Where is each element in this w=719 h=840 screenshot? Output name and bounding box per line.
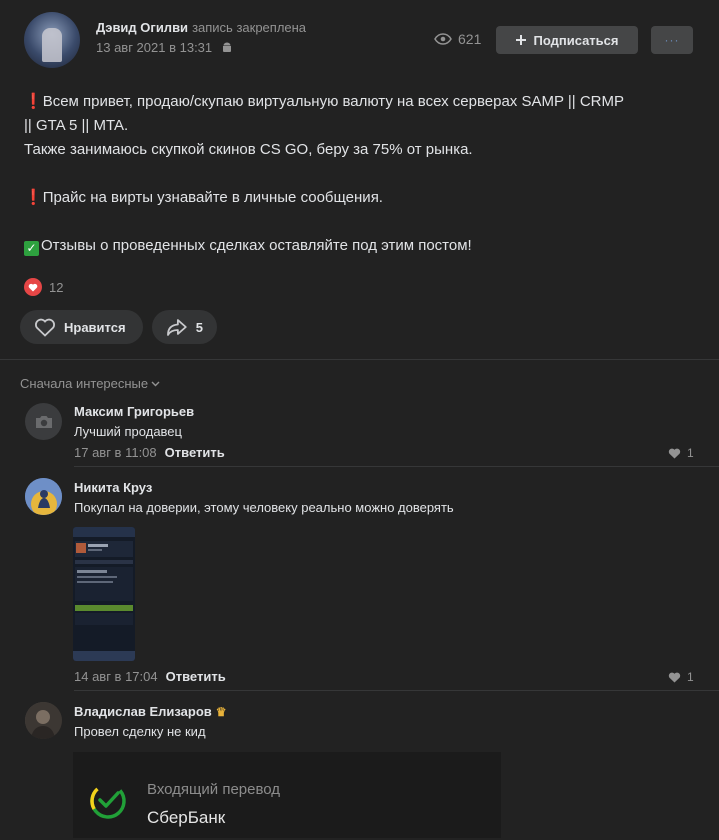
subscribe-button[interactable]: Подписаться bbox=[496, 26, 638, 54]
reactions-summary[interactable]: 12 bbox=[24, 278, 63, 296]
more-button[interactable]: ··· bbox=[651, 26, 693, 54]
comment-avatar-placeholder[interactable] bbox=[25, 403, 62, 440]
comment-meta: 17 авг в 11:08 Ответить bbox=[74, 445, 225, 460]
author-avatar[interactable] bbox=[24, 12, 80, 68]
heart-icon bbox=[668, 448, 681, 458]
views-count: 621 bbox=[458, 31, 482, 47]
comment-separator bbox=[74, 466, 719, 467]
views-counter: 621 bbox=[434, 31, 481, 47]
exclamation-icon: ❗ bbox=[24, 93, 43, 110]
post-line-2: || GTA 5 || MTA. bbox=[24, 117, 129, 134]
pinned-label: запись закреплена bbox=[192, 20, 307, 35]
comment-date[interactable]: 17 авг в 11:08 bbox=[74, 445, 157, 460]
comment-like-count: 1 bbox=[687, 670, 694, 684]
comment-author[interactable]: Владислав Елизаров bbox=[74, 704, 212, 719]
comment-text: Покупал на доверии, этому человеку реаль… bbox=[74, 500, 454, 515]
heart-reaction-icon bbox=[24, 278, 42, 296]
comment-text: Лучший продавец bbox=[74, 424, 182, 439]
post-line-3: Также занимаюсь скупкой скинов CS GO, бе… bbox=[24, 141, 473, 158]
sort-dropdown[interactable]: Сначала интересные bbox=[20, 376, 160, 391]
share-count: 5 bbox=[195, 319, 203, 335]
exclamation-icon: ❗ bbox=[24, 189, 43, 206]
comment-like-count: 1 bbox=[687, 446, 694, 460]
comment-avatar[interactable] bbox=[25, 478, 62, 515]
share-arrow-icon bbox=[167, 319, 187, 336]
comment-author-wrap: Владислав Елизаров ♛ bbox=[74, 704, 227, 719]
author-name[interactable]: Дэвид Огилви bbox=[96, 20, 188, 35]
transfer-title: Входящий перевод bbox=[147, 781, 281, 798]
comment-meta: 14 авг в 17:04 Ответить bbox=[74, 669, 226, 684]
reply-button[interactable]: Ответить bbox=[166, 669, 226, 684]
like-button[interactable]: Нравится bbox=[20, 310, 143, 344]
subscribe-label: Подписаться bbox=[533, 32, 619, 48]
android-icon bbox=[222, 42, 231, 52]
post-line-4: Прайс на вирты узнавайте в личные сообще… bbox=[42, 189, 383, 206]
share-button[interactable]: 5 bbox=[152, 310, 217, 344]
eye-icon bbox=[434, 33, 452, 45]
comment-date[interactable]: 14 авг в 17:04 bbox=[74, 669, 158, 684]
crown-icon: ♛ bbox=[215, 705, 227, 719]
post-date: 13 авг 2021 в 13:31 bbox=[96, 40, 232, 55]
more-dots-icon: ··· bbox=[664, 33, 680, 47]
comment-avatar[interactable] bbox=[25, 702, 62, 739]
comment-separator bbox=[74, 690, 719, 691]
post-line-1: Всем привет, продаю/скупаю виртуальную в… bbox=[42, 93, 624, 110]
plus-icon bbox=[516, 35, 527, 45]
post-date-text[interactable]: 13 авг 2021 в 13:31 bbox=[96, 40, 212, 55]
like-label: Нравится bbox=[64, 319, 126, 335]
phone-screenshot-image bbox=[73, 527, 135, 661]
sberbank-logo-icon bbox=[90, 783, 126, 819]
transfer-screenshot[interactable] bbox=[73, 752, 501, 838]
divider bbox=[0, 359, 719, 360]
avatar-photo-image bbox=[25, 702, 62, 739]
reply-button[interactable]: Ответить bbox=[165, 445, 225, 460]
check-mark-icon: ✓ bbox=[24, 241, 39, 256]
comment-like-button[interactable]: 1 bbox=[668, 670, 694, 684]
bank-name: СберБанк bbox=[147, 808, 226, 827]
comment-author[interactable]: Максим Григорьев bbox=[74, 404, 194, 419]
comment-text: Провел сделку не кид bbox=[74, 724, 206, 739]
comment-author[interactable]: Никита Круз bbox=[74, 480, 152, 495]
post-body: ❗Всем привет, продаю/скупаю виртуальную … bbox=[24, 90, 704, 258]
avatar-figure-icon bbox=[25, 478, 62, 515]
reactions-count: 12 bbox=[49, 279, 64, 295]
post-line-5: Отзывы о проведенных сделках оставляйте … bbox=[41, 237, 472, 254]
comment-photo[interactable] bbox=[73, 527, 135, 661]
heart-icon bbox=[668, 672, 681, 682]
sort-label: Сначала интересные bbox=[20, 376, 149, 391]
camera-icon bbox=[35, 415, 52, 428]
heart-outline-icon bbox=[35, 318, 55, 337]
comment-like-button[interactable]: 1 bbox=[668, 446, 694, 460]
chevron-down-icon bbox=[151, 381, 160, 386]
